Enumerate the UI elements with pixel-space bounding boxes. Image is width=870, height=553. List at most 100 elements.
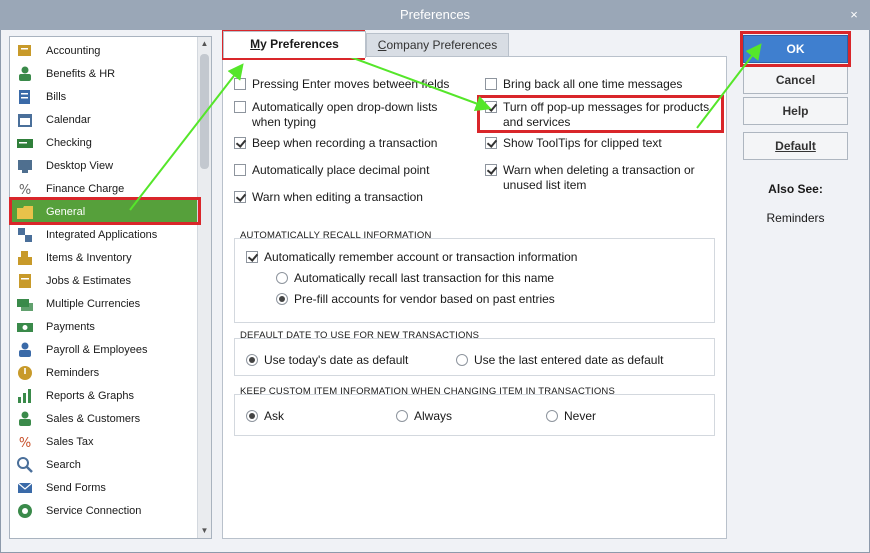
sidebar-item-payroll-employees[interactable]: Payroll & Employees: [10, 338, 198, 361]
checking-icon: [16, 134, 34, 152]
service-connection-icon: [16, 502, 34, 520]
sidebar-item-label: Bills: [46, 90, 67, 103]
sidebar-item-integrated-applications[interactable]: Integrated Applications: [10, 223, 198, 246]
integrated-apps-icon: [16, 226, 34, 244]
checkbox[interactable]: [234, 137, 246, 149]
help-button[interactable]: Help: [743, 97, 848, 125]
radio-button[interactable]: [396, 410, 408, 422]
close-icon[interactable]: ×: [846, 0, 862, 30]
option-show-tooltips[interactable]: Show ToolTips for clipped text: [485, 136, 720, 151]
bills-icon: [16, 88, 34, 106]
items-inventory-icon: [16, 249, 34, 267]
option-decimal-point[interactable]: Automatically place decimal point: [234, 163, 474, 178]
option-enter-moves[interactable]: Pressing Enter moves between fields: [234, 77, 474, 92]
checkbox[interactable]: [234, 78, 246, 90]
tab-my-preferences[interactable]: My Preferences: [223, 31, 366, 58]
option-use-last-date[interactable]: Use the last entered date as default: [456, 353, 706, 368]
desktop-view-icon: [16, 157, 34, 175]
checkbox[interactable]: [485, 101, 497, 113]
calendar-icon: [16, 111, 34, 129]
checkbox[interactable]: [485, 164, 497, 176]
scroll-thumb[interactable]: [200, 54, 209, 169]
radio-button[interactable]: [246, 410, 258, 422]
radio-button[interactable]: [276, 272, 288, 284]
svg-text:%: %: [19, 436, 31, 451]
sidebar-item-payments[interactable]: Payments: [10, 315, 198, 338]
option-beep[interactable]: Beep when recording a transaction: [234, 136, 474, 151]
sales-customers-icon: [16, 410, 34, 428]
sidebar-item-label: Payroll & Employees: [46, 343, 148, 356]
sidebar-item-checking[interactable]: Checking: [10, 131, 198, 154]
category-list: Accounting Benefits & HR Bills Calendar Chec…: [9, 36, 212, 539]
svg-text:%: %: [19, 183, 31, 198]
sidebar-item-label: Search: [46, 458, 81, 471]
option-always[interactable]: Always: [396, 409, 496, 424]
jobs-estimates-icon: [16, 272, 34, 290]
checkbox[interactable]: [246, 251, 258, 263]
sidebar-item-calendar[interactable]: Calendar: [10, 108, 198, 131]
tab-company-preferences[interactable]: Company Preferences: [366, 33, 509, 57]
window-title: Preferences: [399, 7, 471, 22]
sidebar-item-sales-customers[interactable]: Sales & Customers: [10, 407, 198, 430]
benefits-icon: [16, 65, 34, 83]
sidebar-item-label: Accounting: [46, 44, 101, 57]
sidebar-item-desktop-view[interactable]: Desktop View: [10, 154, 198, 177]
category-scrollbar[interactable]: ▲ ▼: [197, 37, 211, 538]
default-button[interactable]: Default: [743, 132, 848, 160]
payments-icon: [16, 318, 34, 336]
option-use-todays-date[interactable]: Use today's date as default: [246, 353, 446, 368]
ok-button[interactable]: OK: [743, 35, 848, 63]
checkbox[interactable]: [234, 101, 246, 113]
search-icon: [16, 456, 34, 474]
payroll-icon: [16, 341, 34, 359]
option-recall-last-transaction[interactable]: Automatically recall last transaction fo…: [276, 271, 696, 286]
sidebar-item-sales-tax[interactable]: % Sales Tax: [10, 430, 198, 453]
sidebar-item-items-inventory[interactable]: Items & Inventory: [10, 246, 198, 269]
sidebar-item-accounting[interactable]: Accounting: [10, 39, 198, 62]
option-bring-back-messages[interactable]: Bring back all one time messages: [485, 77, 720, 92]
also-see-title: Also See:: [768, 182, 823, 196]
option-auto-open-dropdown[interactable]: Automatically open drop-down lists when …: [234, 100, 454, 130]
sidebar-item-multiple-currencies[interactable]: Multiple Currencies: [10, 292, 198, 315]
sidebar-item-benefits-hr[interactable]: Benefits & HR: [10, 62, 198, 85]
option-warn-editing[interactable]: Warn when editing a transaction: [234, 190, 474, 205]
scroll-up-icon[interactable]: ▲: [198, 37, 211, 51]
radio-button[interactable]: [276, 293, 288, 305]
sidebar-item-general[interactable]: General: [10, 200, 198, 223]
sidebar-item-send-forms[interactable]: Send Forms: [10, 476, 198, 499]
multiple-currencies-icon: [16, 295, 34, 313]
checkbox[interactable]: [485, 137, 497, 149]
option-warn-deleting[interactable]: Warn when deleting a transaction or unus…: [485, 163, 720, 193]
title-bar: Preferences ×: [0, 0, 870, 30]
checkbox[interactable]: [234, 164, 246, 176]
option-turn-off-popups[interactable]: Turn off pop-up messages for products an…: [485, 100, 720, 130]
option-auto-remember[interactable]: Automatically remember account or transa…: [246, 250, 706, 265]
radio-button[interactable]: [246, 354, 258, 366]
sidebar-item-search[interactable]: Search: [10, 453, 198, 476]
also-see-reminders-link[interactable]: Reminders: [743, 211, 848, 225]
sidebar-item-bills[interactable]: Bills: [10, 85, 198, 108]
scroll-down-icon[interactable]: ▼: [198, 524, 211, 538]
option-ask[interactable]: Ask: [246, 409, 346, 424]
checkbox[interactable]: [485, 78, 497, 90]
option-prefill-accounts[interactable]: Pre-fill accounts for vendor based on pa…: [276, 292, 696, 307]
sidebar-item-label: Jobs & Estimates: [46, 274, 131, 287]
sidebar-item-label: Multiple Currencies: [46, 297, 141, 310]
sidebar-item-label: Desktop View: [46, 159, 114, 172]
radio-button[interactable]: [456, 354, 468, 366]
sidebar-item-reminders[interactable]: Reminders: [10, 361, 198, 384]
radio-button[interactable]: [546, 410, 558, 422]
sidebar-item-finance-charge[interactable]: % Finance Charge: [10, 177, 198, 200]
sidebar-item-reports-graphs[interactable]: Reports & Graphs: [10, 384, 198, 407]
sidebar-item-service-connection[interactable]: Service Connection: [10, 499, 198, 522]
option-never[interactable]: Never: [546, 409, 646, 424]
send-forms-icon: [16, 479, 34, 497]
checkbox[interactable]: [234, 191, 246, 203]
sidebar-item-label: Service Connection: [46, 504, 142, 517]
reports-graphs-icon: [16, 387, 34, 405]
cancel-button[interactable]: Cancel: [743, 66, 848, 94]
general-icon: [16, 203, 34, 221]
sidebar-item-jobs-estimates[interactable]: Jobs & Estimates: [10, 269, 198, 292]
sidebar-item-label: Benefits & HR: [46, 67, 116, 80]
sidebar-item-label: Items & Inventory: [46, 251, 132, 264]
